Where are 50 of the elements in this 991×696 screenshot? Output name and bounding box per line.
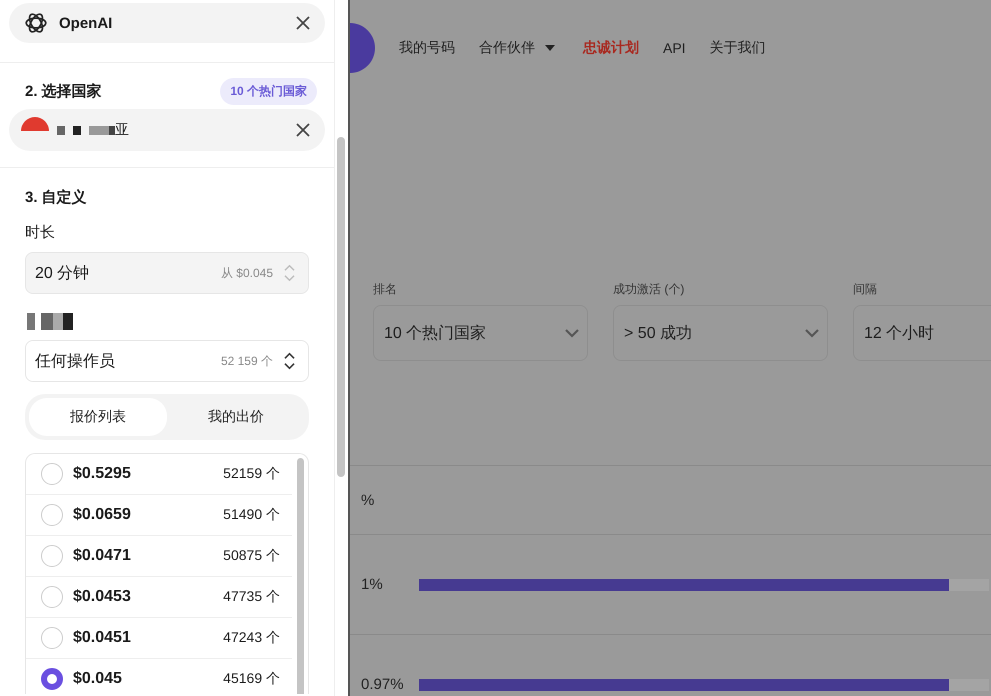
offer-price: $0.5295	[73, 465, 132, 483]
offer-count: 45169 个	[223, 670, 280, 688]
filter-select[interactable]: 12 个小时	[853, 305, 991, 361]
country-chip[interactable]: 亚	[9, 109, 325, 151]
filter-label: 间隔	[853, 281, 878, 298]
section-title: 3. 自定义	[25, 188, 88, 207]
offer-price: $0.0451	[73, 629, 132, 647]
duration-select[interactable]: 20 分钟 从 $0.045	[25, 252, 309, 294]
offer-count: 47243 个	[223, 629, 280, 647]
offer-count: 50875 个	[223, 547, 280, 565]
redacted-text	[57, 126, 115, 134]
filter-label: 排名	[373, 281, 398, 298]
nav-link[interactable]: API	[663, 40, 686, 56]
operator-select[interactable]: 任何操作员 52 159 个	[25, 340, 309, 382]
filter-select[interactable]: > 50 成功	[613, 305, 828, 361]
filter-label: 成功激活 (个)	[613, 281, 686, 298]
rate-value: 1%	[361, 576, 384, 593]
redacted-label	[27, 313, 73, 330]
nav-link[interactable]: 合作伙伴	[479, 39, 535, 57]
rate-value: 0.97%	[361, 676, 405, 693]
chevron-down-icon	[565, 328, 579, 338]
offer-price: $0.0453	[73, 588, 132, 606]
offer-price: $0.0659	[73, 506, 132, 524]
close-icon[interactable]	[295, 122, 311, 138]
tab[interactable]: 我的出价	[167, 398, 305, 436]
scrollbar[interactable]	[337, 137, 345, 477]
offer-count: 47735 个	[223, 588, 280, 606]
section-title: 2. 选择国家	[25, 82, 102, 101]
service-name: OpenAI	[59, 14, 114, 32]
filter-select[interactable]: 10 个热门国家	[373, 305, 588, 361]
updown-chevron-icon	[283, 351, 296, 371]
updown-chevron-icon	[283, 263, 296, 283]
offer-price: $0.045	[73, 670, 123, 688]
radio-button[interactable]	[41, 668, 63, 690]
offer-count: 51490 个	[223, 506, 280, 524]
tab[interactable]: 报价列表	[29, 398, 167, 436]
country-name: 亚	[115, 121, 130, 139]
nav-link[interactable]: 我的号码	[399, 39, 455, 57]
scrollbar[interactable]	[297, 458, 304, 694]
close-icon[interactable]	[295, 15, 311, 31]
service-chip[interactable]: OpenAI	[9, 3, 325, 43]
caret-icon[interactable]	[545, 45, 555, 51]
chevron-down-icon	[805, 328, 819, 338]
popular-countries-badge[interactable]: 10 个热门国家	[220, 78, 317, 105]
offer-price: $0.0471	[73, 547, 132, 565]
flag-icon	[21, 117, 49, 131]
offer-count: 52159 个	[223, 465, 280, 483]
column-header: %	[361, 492, 376, 508]
duration-label: 时长	[25, 223, 56, 242]
nav-link[interactable]: 关于我们	[710, 39, 766, 57]
